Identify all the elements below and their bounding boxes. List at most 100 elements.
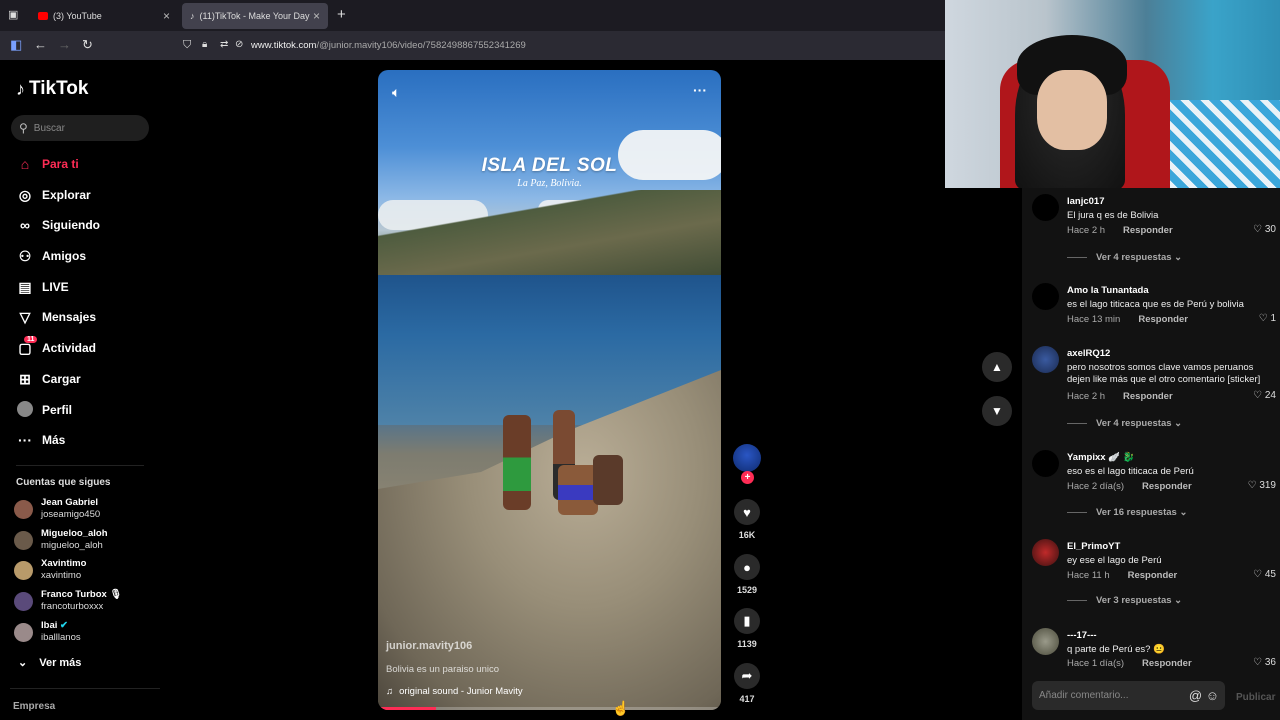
- comment-user[interactable]: Ianjc017: [1067, 196, 1105, 207]
- reply-button[interactable]: Responder: [1128, 570, 1178, 581]
- following-account[interactable]: Jean Gabriel joseamigo450: [14, 497, 154, 525]
- comment-avatar[interactable]: [1032, 539, 1059, 566]
- nav-perfil[interactable]: Perfil: [16, 400, 72, 420]
- reply-button[interactable]: Responder: [1123, 225, 1173, 236]
- account-name: Xavintimo: [41, 558, 87, 569]
- back-icon[interactable]: ←: [34, 37, 47, 52]
- reply-button[interactable]: Responder: [1142, 658, 1192, 669]
- lock-icon[interactable]: 🔒︎: [202, 39, 207, 50]
- nav-actividad[interactable]: ▢ 11 Actividad: [16, 335, 97, 358]
- comment-text: pero nosotros somos clave vamos peruanos…: [1067, 362, 1261, 385]
- tab-tiktok[interactable]: ♪ (11)TikTok - Make Your Day ×: [182, 3, 328, 29]
- sidebar-toggle-icon[interactable]: ◧: [10, 37, 22, 53]
- blocked-icon[interactable]: ⊘: [235, 39, 243, 50]
- video-author[interactable]: junior.mavity106: [386, 640, 472, 652]
- heart-outline-icon: ♡: [1258, 313, 1268, 324]
- nav-mensajes[interactable]: ▽ Mensajes: [16, 307, 96, 327]
- share-count: 417: [739, 694, 755, 704]
- like-count: 16K: [738, 530, 756, 540]
- see-more-button[interactable]: ⌄ Ver más: [18, 656, 81, 669]
- nav-siguiendo[interactable]: ∞ Siguiendo: [16, 215, 100, 235]
- heart-outline-icon: ♡: [1253, 224, 1263, 235]
- url-text[interactable]: www.tiktok.com/@junior.mavity106/video/7…: [251, 40, 526, 51]
- following-account[interactable]: Migueloo_aloh migueloo_aloh: [14, 528, 154, 556]
- video-progress-bar[interactable]: [378, 707, 721, 710]
- video-player[interactable]: ISLA DEL SOL La Paz, Bolivia. 🔈︎ ··· jun…: [378, 70, 721, 710]
- following-account[interactable]: Franco Turbox 🎙 francoturboxxx: [14, 589, 154, 617]
- nav-para-ti[interactable]: ⌂ Para ti: [16, 154, 79, 174]
- view-replies-button[interactable]: Ver 3 respuestas ⌄: [1067, 595, 1182, 606]
- emoji-icon[interactable]: ☺: [1206, 688, 1219, 703]
- video-sound[interactable]: ♫ original sound - Junior Mavity: [386, 686, 523, 697]
- comment-time: Hace 2 día(s): [1067, 481, 1125, 492]
- comment-like-button[interactable]: ♡ 36: [1253, 657, 1276, 668]
- nav-cargar[interactable]: ⊞ Cargar: [16, 369, 81, 389]
- save-button[interactable]: ▮ 1139: [734, 608, 760, 649]
- footer-link[interactable]: Empresa: [13, 701, 55, 712]
- comment-user[interactable]: ---17---: [1067, 630, 1097, 641]
- search-input[interactable]: ⚲ Buscar: [11, 115, 149, 141]
- comment-like-button[interactable]: ♡ 45: [1253, 569, 1276, 580]
- reply-button[interactable]: Responder: [1123, 391, 1173, 402]
- reply-button[interactable]: Responder: [1138, 314, 1188, 325]
- account-handle: joseamigo450: [41, 509, 101, 520]
- nav-amigos[interactable]: ⚇ Amigos: [16, 246, 86, 266]
- reply-button[interactable]: Responder: [1142, 481, 1192, 492]
- comment-like-button[interactable]: ♡ 30: [1253, 224, 1276, 235]
- shield-icon[interactable]: ⛉: [183, 39, 191, 52]
- nav-mas[interactable]: ··· Más: [16, 430, 65, 450]
- comment-button[interactable]: ● 1529: [734, 554, 760, 595]
- comment-user[interactable]: El_PrimoYT: [1067, 541, 1120, 552]
- view-replies-button[interactable]: Ver 4 respuestas ⌄: [1067, 418, 1182, 429]
- profile-icon: [16, 400, 34, 420]
- close-tab-icon[interactable]: ×: [313, 9, 320, 23]
- comment-like-count: 319: [1259, 480, 1276, 491]
- tab-overview-icon[interactable]: ▣: [8, 8, 18, 21]
- view-replies-button[interactable]: Ver 16 respuestas ⌄: [1067, 507, 1187, 518]
- comment-like-button[interactable]: ♡ 24: [1253, 390, 1276, 401]
- comment-meta: Hace 1 día(s) Responder: [1067, 658, 1192, 669]
- creator-avatar[interactable]: [733, 444, 761, 472]
- nav-live[interactable]: ▤ LIVE: [16, 277, 68, 297]
- tab-youtube[interactable]: (3) YouTube ×: [30, 3, 178, 29]
- close-tab-icon[interactable]: ×: [163, 9, 170, 23]
- more-options-icon[interactable]: ···: [693, 82, 707, 98]
- view-replies-button[interactable]: Ver 4 respuestas ⌄: [1067, 252, 1182, 263]
- comment-like-button[interactable]: ♡ 319: [1248, 480, 1276, 491]
- like-button[interactable]: ♥ 16K: [734, 499, 760, 540]
- comment-avatar[interactable]: [1032, 283, 1059, 310]
- forward-icon[interactable]: →: [58, 37, 71, 52]
- nav-explorar[interactable]: ◎ Explorar: [16, 185, 91, 205]
- comment-time: Hace 2 h: [1067, 225, 1106, 236]
- share-button[interactable]: ➦ 417: [734, 663, 760, 704]
- upload-icon: ⊞: [19, 370, 31, 387]
- tiktok-logo-icon: ♪: [16, 78, 25, 99]
- publish-button[interactable]: Publicar: [1236, 692, 1275, 703]
- follow-plus-icon[interactable]: +: [741, 471, 754, 484]
- following-account[interactable]: Ibai ✔ iballlanos: [14, 620, 154, 648]
- divider: [16, 465, 144, 466]
- next-video-button[interactable]: ▼: [982, 396, 1012, 426]
- reload-icon[interactable]: ↻: [82, 37, 93, 53]
- add-comment-input[interactable]: Añadir comentario... @ ☺: [1032, 681, 1225, 710]
- mention-icon[interactable]: @: [1189, 688, 1202, 703]
- previous-video-button[interactable]: ▲: [982, 352, 1012, 382]
- comment-avatar[interactable]: [1032, 628, 1059, 655]
- tiktok-logo[interactable]: ♪ TikTok: [16, 78, 88, 100]
- nav-label: Actividad: [42, 341, 97, 355]
- comment-like-button[interactable]: ♡ 1: [1259, 313, 1276, 324]
- video-person: [593, 455, 623, 505]
- comment-user[interactable]: axelRQ12: [1067, 348, 1110, 359]
- permissions-icon[interactable]: ⇄: [220, 39, 228, 50]
- following-account[interactable]: Xavintimo xavintimo: [14, 558, 154, 586]
- comment-user[interactable]: Amo la Tunantada: [1067, 285, 1149, 296]
- comment-user[interactable]: Yampixx 🪽 🐉: [1067, 452, 1135, 463]
- comment-meta: Hace 11 h Responder: [1067, 570, 1177, 581]
- comment-meta: Hace 2 h Responder: [1067, 225, 1173, 236]
- music-note-icon: ♫: [386, 686, 394, 697]
- new-tab-icon[interactable]: +: [337, 6, 346, 23]
- comment-avatar[interactable]: [1032, 194, 1059, 221]
- comment-avatar[interactable]: [1032, 450, 1059, 477]
- volume-icon[interactable]: 🔈︎: [392, 84, 400, 101]
- comment-avatar[interactable]: [1032, 346, 1059, 373]
